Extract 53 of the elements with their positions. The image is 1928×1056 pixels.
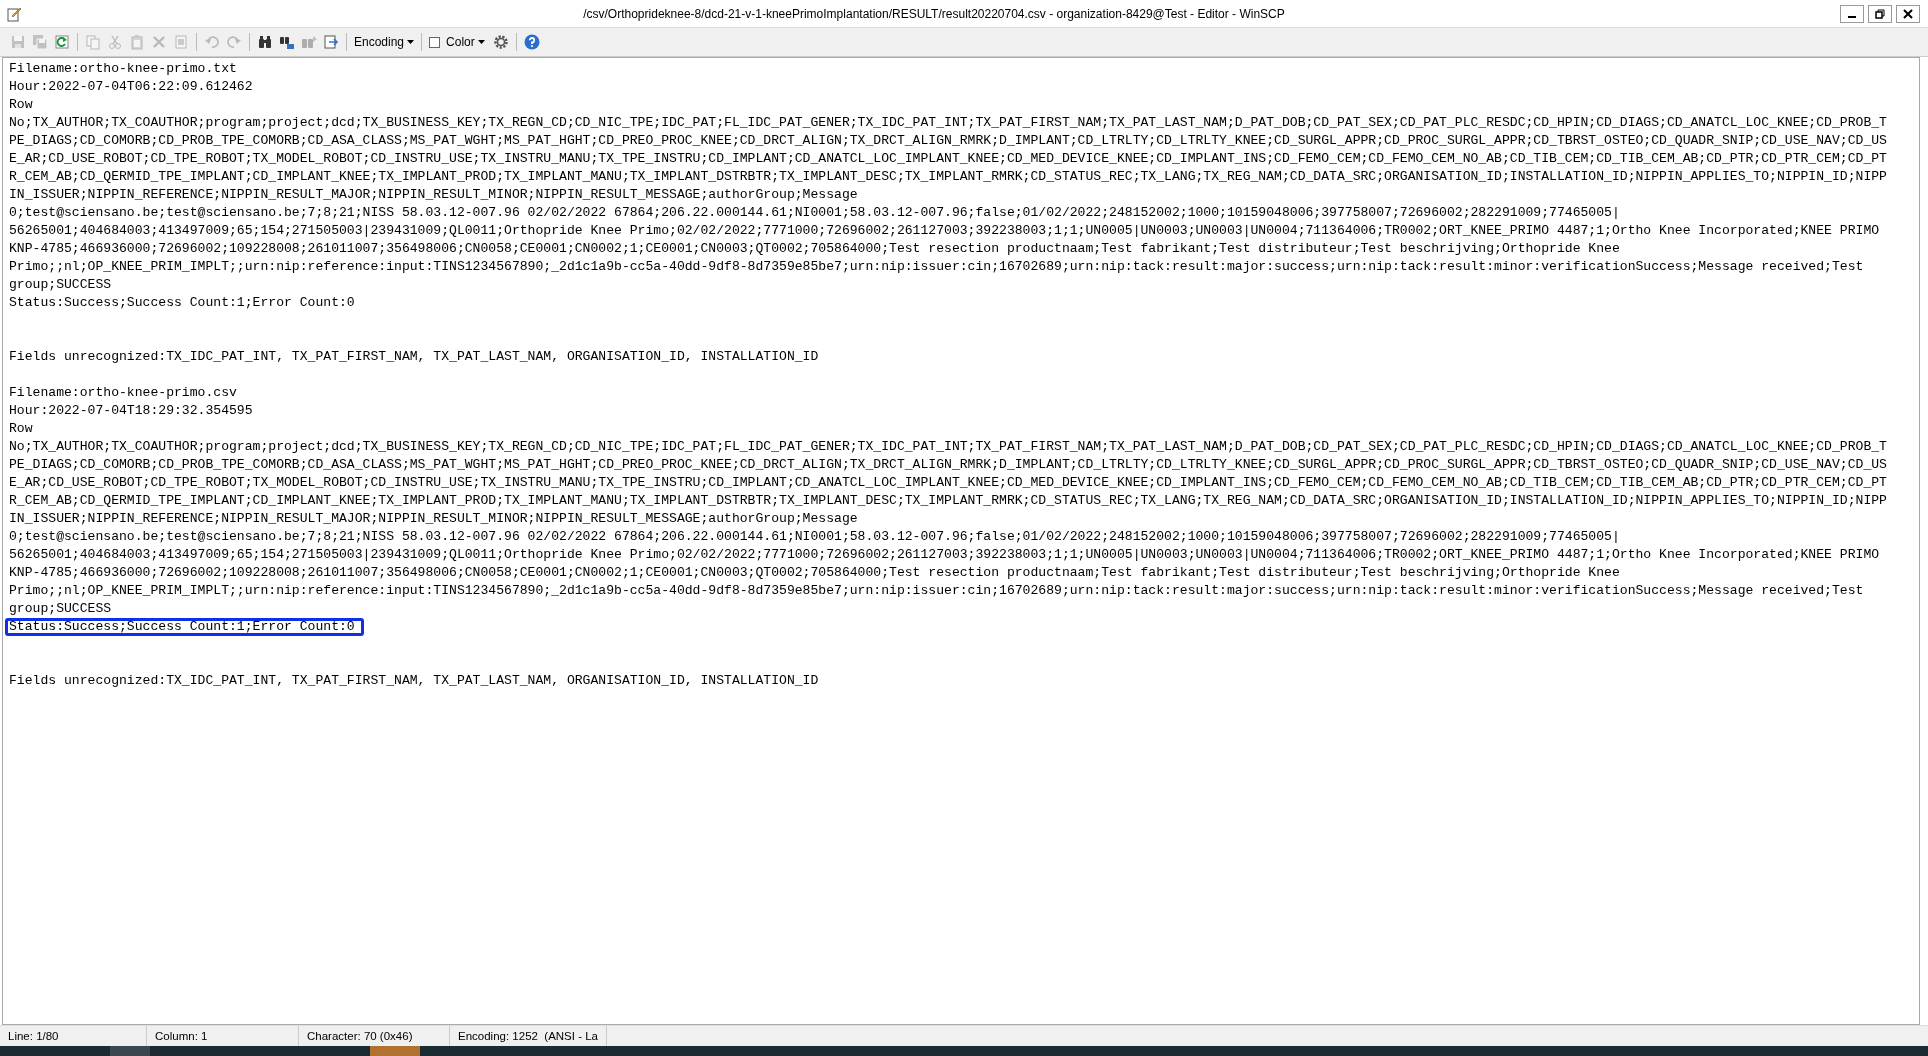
reload-button[interactable] [52, 32, 72, 52]
clipboard-icon [129, 34, 145, 50]
text-line: Filename:ortho-knee-primo.txt [9, 60, 237, 78]
refresh-icon [54, 34, 70, 50]
text-line: R_CEM_AB;CD_QERMID_TPE_IMPLANT;CD_IMPLANT_KNEE;TX_IMPLANT_PROD;TX_IMPLANT_MANU;TX_IMPLANT_DSTRBTR;TX_IMPLANT_DESC;TX_IMPLANT_RMRK;CD_STATUS_REC;TX_LANG;TX_REG_NAM;CD_DATA_SRC;ORGANISATION_ID;INSTALLATION_ID;NIPPIN_APPLIES_TO;NIPPIN_ID;NIPP [9, 168, 1887, 186]
binoculars-icon [257, 34, 273, 50]
text-line: Hour:2022-07-04T06:22:09.612462 [9, 78, 253, 96]
page-icon [173, 34, 189, 50]
checkbox[interactable] [429, 36, 441, 48]
copy-icon [85, 34, 101, 50]
text-line: group;SUCCESS [9, 600, 112, 618]
encoding-menu[interactable]: Encoding [352, 33, 417, 51]
text-line: PE_DIAGS;CD_COMORB;CD_PROB_TPE_COMORB;CD_ASA_CLASS;MS_PAT_WGHT;MS_PAT_HGHT;CD_PREO_PROC_KNEE;CD_DRCT_ALIGN;TX_DRCT_ALIGN_RMRK;D_IMPLANT;CD_LTRLTY;CD_LTRLTY_KNEE;CD_SURGL_APPR;CD_PROC_SURGL_APPR;CD_TBRST_OSTEO;CD_QUADR_SNIP;CD_USE_NAV;CD_US [9, 132, 1887, 150]
caret-icon [477, 40, 485, 44]
text-line: Row [9, 96, 33, 114]
text-line: group;SUCCESS [9, 276, 112, 294]
cross-icon [151, 34, 167, 50]
scissors-icon [107, 34, 123, 50]
text-line: KNP-4785;466936000;72696002;109228008;261011007;356498006;CN0058;CE0001;CN0002;1;CE0001;CN0003;QT0002;705864000;Test resection productnaam;Test fabrikant;Test distributeur;Test beschrijving;Orthopride Knee [9, 564, 1620, 582]
text-line: E_AR;CD_USE_ROBOT;CD_TPE_ROBOT;TX_MODEL_ROBOT;CD_INSTRU_USE;TX_INSTRU_MANU;TX_TPE_INSTRU;CD_IMPLANT;CD_ANATCL_LOC_IMPLANT_KNEE;CD_MED_DEVICE_KNEE;CD_IMPLANT_INS;CD_FEMO_CEM;CD_FEMO_CEM_NO_AB;CD_TIB_CEM;CD_TIB_CEM_AB;CD_PTR;CD_PTR_CEM;CD_PT [9, 150, 1887, 168]
redo-icon [226, 34, 242, 50]
text-line: 0;test@sciensano.be;test@sciensano.be;7;8;21;NISS 58.03.12-007.96 02/02/2022 67864;206.22.000144.61;NI0001;58.03.12-007.96;false;01/02/2022;248152002;1000;10159048006;397758007;72696002;282291009;77465005| [9, 204, 1620, 222]
text-line: 56265001;404684003;413497009;65;154;271505003|239431009;QL0011;Orthopride Knee Primo;02/02/2022;7771000;72696002;261127003;392238003;1;1;UN0005|UN0003;UN0003|UN0004;711364006;TR0002;ORT_KNEE_PRIMO 4487;1;Ortho Knee Incorporated;KNEE PRIMO [9, 222, 1880, 240]
text-line: No;TX_AUTHOR;TX_COAUTHOR;program;project;dcd;TX_BUSINESS_KEY;TX_REGN_CD;CD_NIC_TPE;IDC_PAT;FL_IDC_PAT_GENER;TX_IDC_PAT_INT;TX_PAT_FIRST_NAM;TX_PAT_LAST_NAM;D_PAT_DOB;CD_PAT_SEX;CD_PAT_PLC_RESDC;CD_HPIN;CD_DIAGS;CD_ANATCL_LOC_KNEE;CD_PROB_T [9, 438, 1887, 456]
undo-icon [204, 34, 220, 50]
help-icon [523, 34, 540, 50]
text-line: 56265001;404684003;413497009;65;154;271505003|239431009;QL0011;Orthopride Knee Primo;02/02/2022;7771000;72696002;261127003;392238003;1;1;UN0005|UN0003;UN0003|UN0004;711364006;TR0002;ORT_KNEE_PRIMO 4487;1;Ortho Knee Incorporated;KNEE PRIMO [9, 546, 1880, 564]
text-line: No;TX_AUTHOR;TX_COAUTHOR;program;project;dcd;TX_BUSINESS_KEY;TX_REGN_CD;CD_NIC_TPE;IDC_PAT;FL_IDC_PAT_GENER;TX_IDC_PAT_INT;TX_PAT_FIRST_NAM;TX_PAT_LAST_NAM;D_PAT_DOB;CD_PAT_SEX;CD_PAT_PLC_RESDC;CD_HPIN;CD_DIAGS;CD_ANATCL_LOC_KNEE;CD_PROB_T [9, 114, 1887, 132]
text-line: Primo;;nl;OP_KNEE_PRIM_IMPLT;;urn:nip:reference:input:TINS1234567890;_2d1c1a9b-cc5a-40dd-9df8-8d7359e85be7;urn:nip:issuer:cin;16702689;urn:nip:tack:result:major:success;urn:nip:tack:result:minor:verificationSuccess;Message received;Test [9, 258, 1864, 276]
text-line: IN_ISSUER;NIPPIN_REFERENCE;NIPPIN_RESULT_MAJOR;NIPPIN_RESULT_MINOR;NIPPIN_RESULT_MESSAGE;authorGroup;Message [9, 510, 858, 528]
text-line: 0;test@sciensano.be;test@sciensano.be;7;8;21;NISS 58.03.12-007.96 02/02/2022 67864;206.22.000144.61;NI0001;58.03.12-007.96;false;01/02/2022;248152002;1000;10159048006;397758007;72696002;282291009;77465005| [9, 528, 1620, 546]
notepad-icon [6, 5, 22, 22]
text-line: Fields unrecognized:TX_IDC_PAT_INT, TX_PAT_FIRST_NAM, TX_PAT_LAST_NAM, ORGANISATION_ID, INSTALLATION_ID [9, 672, 819, 690]
go-to-line-button[interactable] [321, 32, 341, 52]
window-title: /csv/Orthoprideknee-8/dcd-21-v-1-kneePrimoImplantation/RESULT/result20220704.csv - organization-8429@Test - Editor - WinSCP [582, 6, 1286, 21]
floppy-icon [10, 34, 26, 50]
text-line: Status:Success;Success Count:1;Error Count:0 [9, 294, 355, 312]
floppies-icon [32, 34, 48, 50]
text-line: Primo;;nl;OP_KNEE_PRIM_IMPLT;;urn:nip:reference:input:TINS1234567890;_2d1c1a9b-cc5a-40dd-9df8-8d7359e85be7;urn:nip:issuer:cin;16702689;urn:nip:tack:result:major:success;urn:nip:tack:result:minor:verificationSuccess;Message received;Test [9, 582, 1864, 600]
text-line: IN_ISSUER;NIPPIN_REFERENCE;NIPPIN_RESULT_MAJOR;NIPPIN_RESULT_MINOR;NIPPIN_RESULT_MESSAGE;authorGroup;Message [9, 186, 858, 204]
text-line: Fields unrecognized:TX_IDC_PAT_INT, TX_PAT_FIRST_NAM, TX_PAT_LAST_NAM, ORGANISATION_ID, INSTALLATION_ID [9, 348, 819, 366]
text-line: Filename:ortho-knee-primo.csv [9, 384, 237, 402]
text-line: Hour:2022-07-04T18:29:32.354595 [9, 402, 253, 420]
text-line: E_AR;CD_USE_ROBOT;CD_TPE_ROBOT;TX_MODEL_ROBOT;CD_INSTRU_USE;TX_INSTRU_MANU;TX_TPE_INSTRU;CD_IMPLANT;CD_ANATCL_LOC_IMPLANT_KNEE;CD_MED_DEVICE_KNEE;CD_IMPLANT_INS;CD_FEMO_CEM;CD_FEMO_CEM_NO_AB;CD_TIB_CEM;CD_TIB_CEM_AB;CD_PTR;CD_PTR_CEM;CD_PT [9, 474, 1887, 492]
gear-icon [492, 34, 509, 50]
text-line: Row [9, 420, 33, 438]
text-line: KNP-4785;466936000;72696002;109228008;261011007;356498006;CN0058;CE0001;CN0002;1;CE0001;CN0003;QT0002;705864000;Test resection productnaam;Test fabrikant;Test distributeur;Test beschrijving;Orthopride Knee [9, 240, 1620, 258]
replace-icon [279, 34, 295, 50]
caret-icon [407, 40, 415, 44]
binoculars-arrow-icon [301, 34, 317, 50]
text-line: PE_DIAGS;CD_COMORB;CD_PROB_TPE_COMORB;CD_ASA_CLASS;MS_PAT_WGHT;MS_PAT_HGHT;CD_PREO_PROC_KNEE;CD_DRCT_ALIGN;TX_DRCT_ALIGN_RMRK;D_IMPLANT;CD_LTRLTY;CD_LTRLTY_KNEE;CD_SURGL_APPR;CD_PROC_SURGL_APPR;CD_TBRST_OSTEO;CD_QUADR_SNIP;CD_USE_NAV;CD_US [9, 456, 1887, 474]
color-menu[interactable]: Color [444, 33, 487, 51]
text-line: R_CEM_AB;CD_QERMID_TPE_IMPLANT;CD_IMPLANT_KNEE;TX_IMPLANT_PROD;TX_IMPLANT_MANU;TX_IMPLANT_DSTRBTR;TX_IMPLANT_DESC;TX_IMPLANT_RMRK;CD_STATUS_REC;TX_LANG;TX_REG_NAM;CD_DATA_SRC;ORGANISATION_ID;INSTALLATION_ID;NIPPIN_APPLIES_TO;NIPPIN_ID;NIPP [9, 492, 1887, 510]
